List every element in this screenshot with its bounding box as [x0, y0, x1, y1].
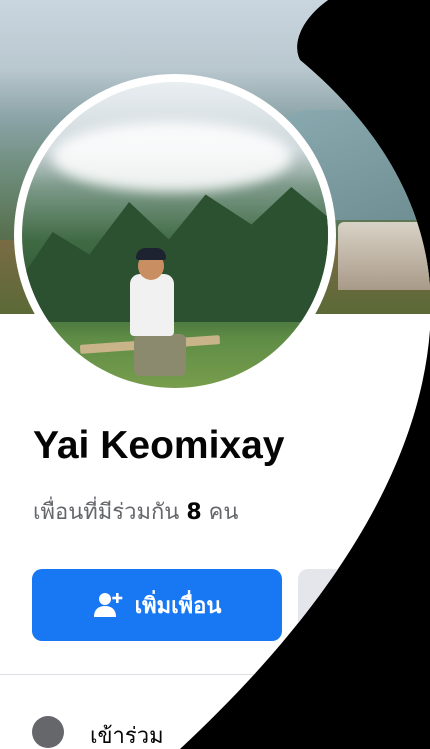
profile-card: Yai Keomixay เพื่อนที่มีร่วมกัน 8 คน เพิ… — [0, 0, 430, 749]
person-shirt — [130, 274, 174, 336]
joined-icon — [32, 716, 64, 748]
profile-name: Yai Keomixay — [33, 424, 285, 467]
mutual-friends[interactable]: เพื่อนที่มีร่วมกัน 8 คน — [33, 494, 238, 529]
avatar-clouds — [52, 122, 292, 192]
person-cap — [136, 248, 166, 260]
add-friend-icon — [93, 590, 123, 620]
avatar-mountains — [22, 172, 328, 322]
person-legs — [134, 334, 186, 376]
add-friend-label: เพิ่มเพื่อน — [134, 593, 222, 619]
mutual-friends-prefix: เพื่อนที่มีร่วมกัน — [33, 500, 180, 525]
add-friend-button[interactable]: เพิ่มเพื่อน — [32, 569, 282, 641]
mutual-friends-count: 8 — [186, 500, 202, 525]
joined-text: เข้าร่วม — [90, 724, 164, 749]
message-button[interactable] — [298, 569, 418, 641]
cover-building — [338, 222, 430, 290]
profile-avatar[interactable] — [22, 82, 328, 388]
section-divider — [0, 674, 430, 675]
mutual-friends-suffix: คน — [208, 500, 239, 525]
